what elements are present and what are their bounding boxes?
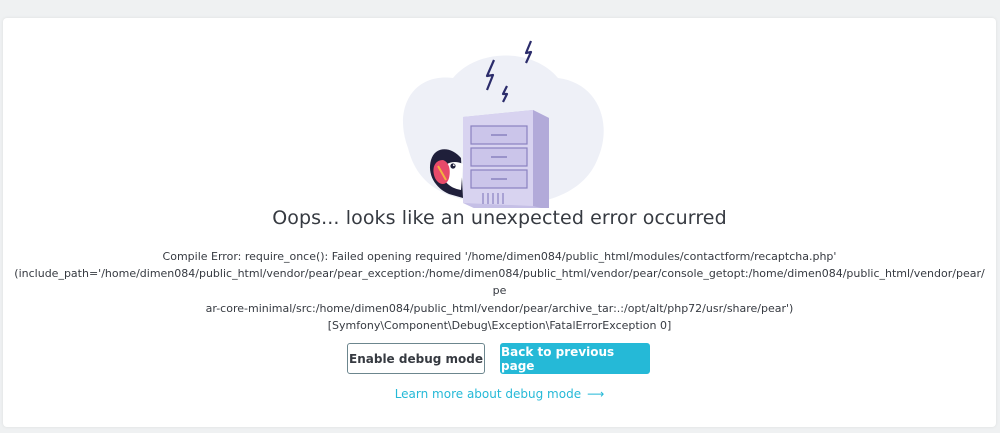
server-error-illustration — [403, 40, 604, 208]
back-to-previous-button[interactable]: Back to previous page — [500, 343, 650, 374]
error-message: Compile Error: require_once(): Failed op… — [11, 248, 988, 334]
puffin-mascot-icon — [429, 149, 463, 198]
error-message-line: (include_path='/home/dimen084/public_htm… — [14, 267, 985, 298]
error-message-line: [Symfony\Component\Debug\Exception\Fatal… — [327, 318, 672, 332]
learn-more-label: Learn more about debug mode — [394, 387, 582, 401]
error-message-line: Compile Error: require_once(): Failed op… — [162, 250, 837, 263]
server-tower-icon — [463, 110, 549, 208]
error-message-line: ar-core-minimal/src:/home/dimen084/publi… — [205, 301, 794, 315]
error-card: Oops... looks like an unexpected error o… — [3, 18, 996, 427]
learn-more-debug-link[interactable]: Learn more about debug mode ⟶ — [3, 387, 996, 401]
error-title: Oops... looks like an unexpected error o… — [272, 207, 727, 229]
enable-debug-button[interactable]: Enable debug mode — [347, 343, 485, 374]
arrow-right-icon: ⟶ — [587, 387, 605, 401]
